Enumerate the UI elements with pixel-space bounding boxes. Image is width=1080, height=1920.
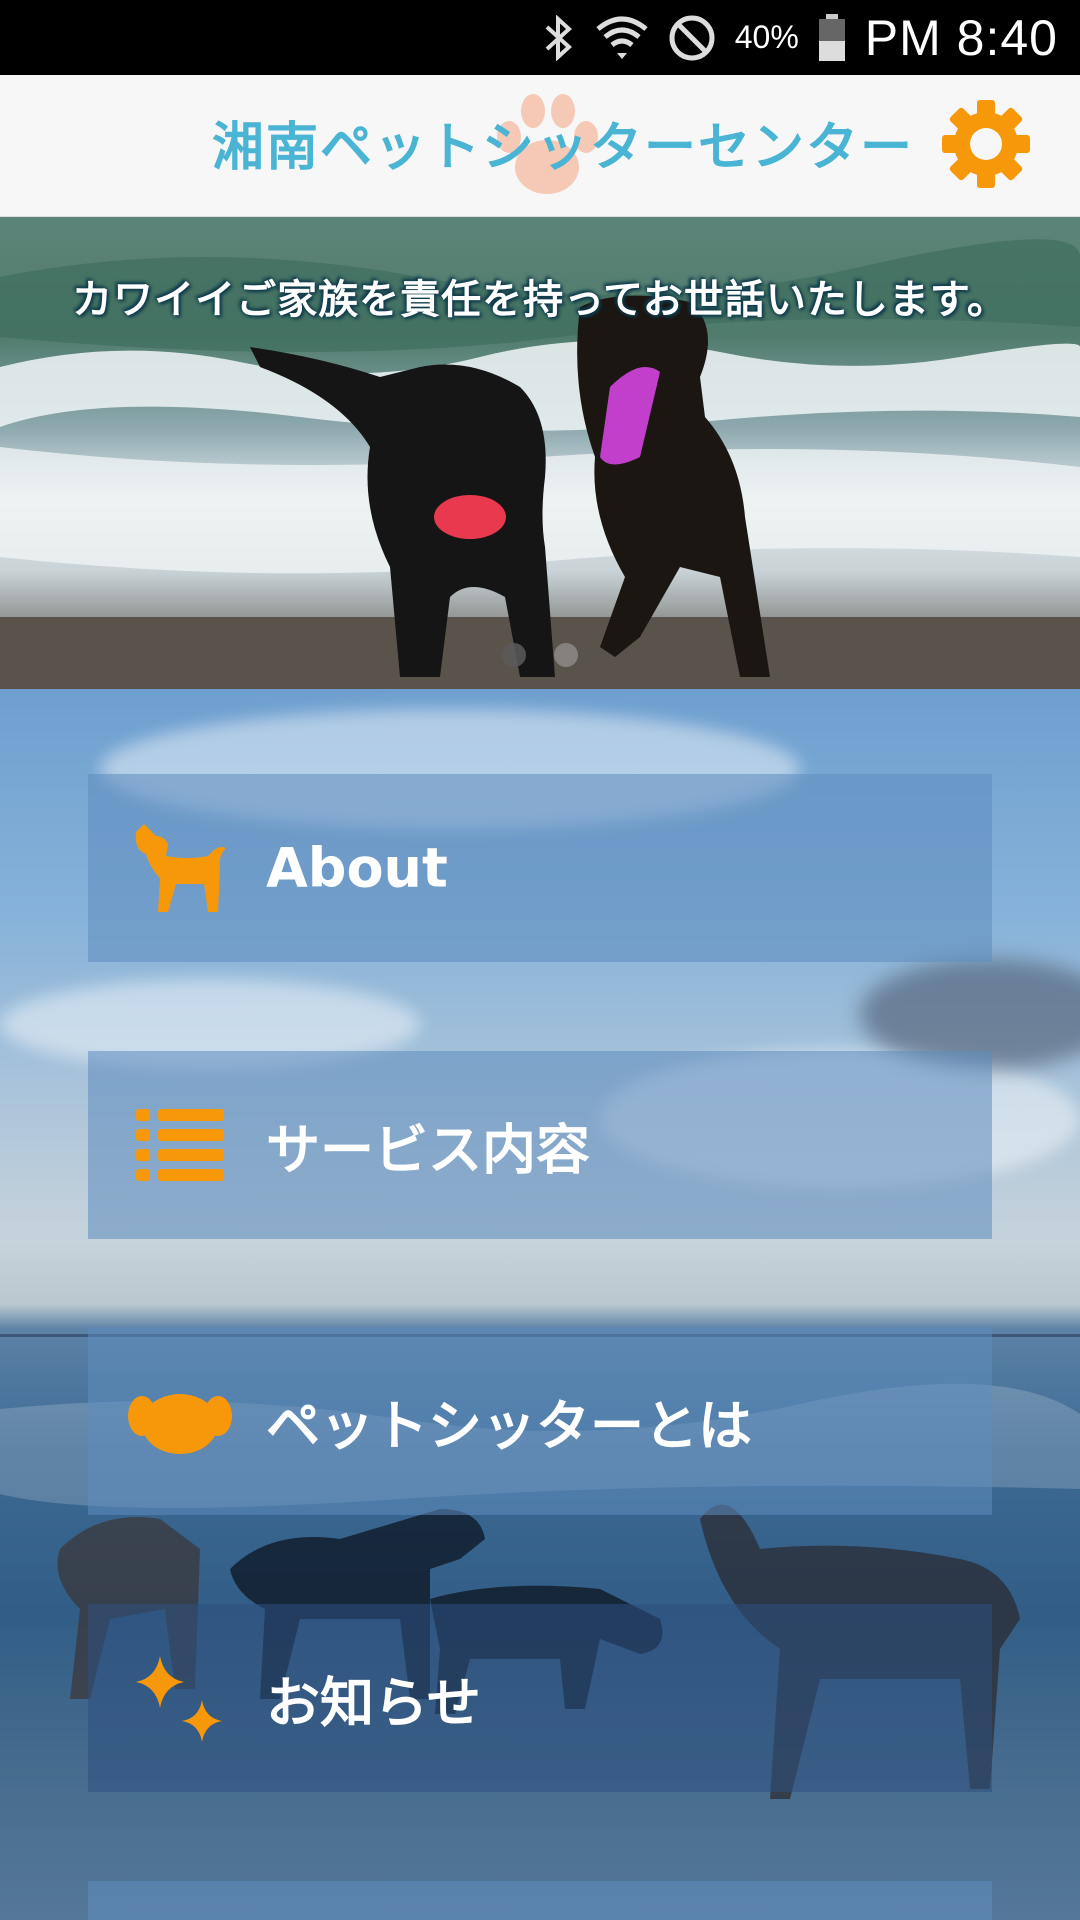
status-bar: 40% PM 8:40 [0, 0, 1080, 75]
menu-area: About サービス内容 ペットシッターとは お知らせ [0, 689, 1080, 1920]
menu-item-about[interactable]: About [88, 774, 992, 962]
menu-item-partial[interactable] [88, 1881, 992, 1920]
dog-icon [128, 818, 232, 918]
battery-percent: 40% [734, 19, 799, 55]
menu-item-services[interactable]: サービス内容 [88, 1051, 992, 1239]
dog-face-icon [128, 1371, 232, 1471]
settings-button[interactable] [940, 98, 1032, 190]
app-header: 湘南ペットシッターセンター [0, 75, 1080, 217]
bluetooth-icon [541, 14, 577, 61]
menu-item-pet-sitter[interactable]: ペットシッターとは [88, 1327, 992, 1515]
do-not-disturb-icon [667, 13, 717, 63]
battery-icon [817, 13, 847, 62]
menu-label-pet-sitter: ペットシッターとは [266, 1394, 752, 1458]
wifi-icon [595, 13, 649, 63]
carousel-dot-2[interactable] [554, 643, 578, 667]
hero-caption: カワイイご家族を責任を持ってお世話いたします。 [72, 277, 1008, 323]
menu-label-about: About [266, 836, 448, 900]
sparkle-icon [128, 1648, 232, 1748]
clock: PM 8:40 [864, 9, 1058, 66]
menu-item-news[interactable]: お知らせ [88, 1604, 992, 1792]
menu-label-news: お知らせ [266, 1671, 481, 1735]
carousel-dot-1[interactable] [502, 643, 526, 667]
hero-carousel[interactable]: カワイイご家族を責任を持ってお世話いたします。 [0, 217, 1080, 689]
carousel-indicator [0, 643, 1080, 667]
list-icon [128, 1095, 232, 1195]
menu-label-services: サービス内容 [266, 1118, 590, 1182]
gear-icon [942, 100, 1030, 188]
app-title: 湘南ペットシッターセンター [212, 117, 915, 178]
